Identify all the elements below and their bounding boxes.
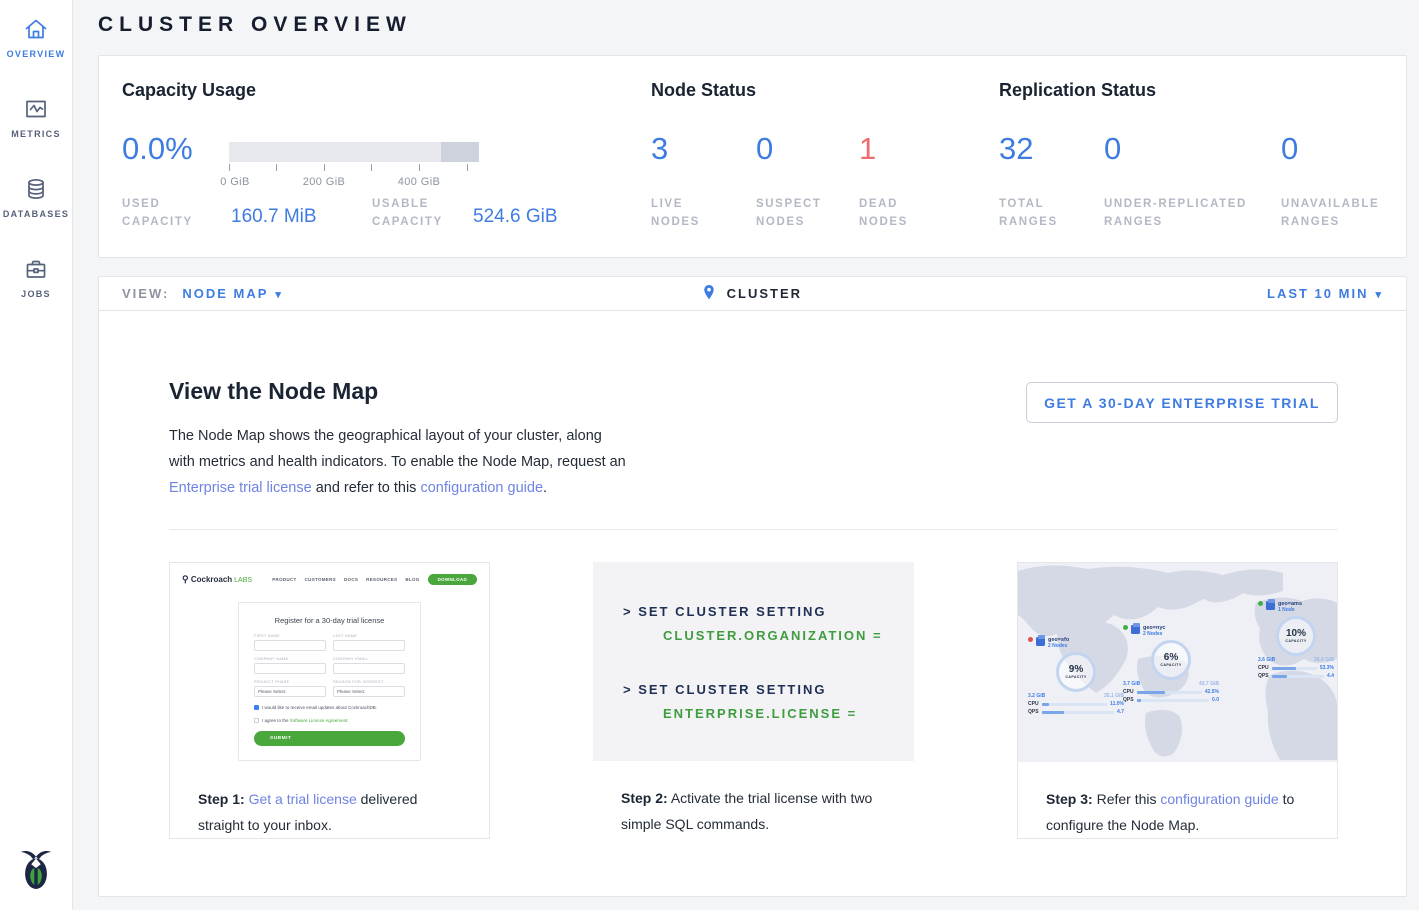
dead-nodes-label: DEAD NODES — [859, 195, 939, 231]
node-map-preview: geo=sfo2 Nodes 9%CAPACITY 3.2 GiB35.1 Gi… — [1018, 563, 1337, 762]
live-nodes-value: 3 — [651, 131, 668, 167]
step3-caption: Step 3: Refer this configuration guide t… — [1018, 762, 1337, 838]
map-pin-icon — [703, 288, 721, 303]
node-map-panel: View the Node Map The Node Map shows the… — [98, 310, 1407, 897]
tick-label: 200 GiB — [303, 176, 346, 188]
home-icon — [23, 16, 49, 42]
node-map-description: The Node Map shows the geographical layo… — [169, 423, 631, 501]
usable-capacity-value: 524.6 GiB — [473, 206, 558, 228]
sidebar-item-label: JOBS — [21, 289, 51, 299]
cockroachdb-logo — [17, 845, 55, 898]
mini-trial-form: Register for a 30-day trial license FIRS… — [238, 602, 421, 761]
databases-icon — [23, 176, 49, 202]
mini-nav-item: DOCS — [344, 577, 358, 582]
mini-form-title: Register for a 30-day trial license — [254, 616, 405, 625]
capacity-usage-title: Capacity Usage — [122, 80, 256, 101]
get-trial-license-link[interactable]: Get a trial license — [249, 791, 357, 807]
divider — [169, 529, 1338, 530]
mini-input — [254, 663, 326, 674]
sql-commands-graphic: > SET CLUSTER SETTING CLUSTER.ORGANIZATI… — [593, 562, 914, 761]
suspect-nodes-value: 0 — [756, 131, 773, 167]
mini-input — [333, 663, 405, 674]
chevron-down-icon: ▾ — [1375, 289, 1383, 301]
sidebar-item-jobs[interactable]: JOBS — [0, 256, 72, 299]
node-stack-icon — [1266, 601, 1275, 610]
sidebar-item-metrics[interactable]: METRICS — [0, 96, 72, 139]
sidebar: OVERVIEW METRICS DATABASES JOBS — [0, 0, 73, 910]
status-dot-green — [1123, 625, 1128, 630]
sidebar-item-label: METRICS — [11, 129, 61, 139]
status-dot-red — [1028, 637, 1033, 642]
total-ranges-value: 32 — [999, 131, 1033, 167]
step2-caption: Step 2: Activate the trial license with … — [593, 761, 914, 837]
mini-checkbox — [254, 718, 259, 723]
unavailable-ranges-label: UNAVAILABLE RANGES — [1281, 195, 1391, 231]
status-dot-green — [1258, 601, 1263, 606]
capacity-bar-ticks — [229, 164, 479, 173]
capacity-percent: 0.0% — [122, 131, 193, 167]
registration-screenshot: ⚲ Cockroach LABS PRODUCT CUSTOMERS DOCS … — [170, 563, 489, 762]
live-nodes-label: LIVE NODES — [651, 195, 731, 231]
used-capacity-value: 160.7 MiB — [231, 206, 317, 228]
sidebar-item-label: DATABASES — [3, 209, 69, 219]
mini-select: Please Select — [333, 686, 405, 697]
mini-submit-button: SUBMIT — [254, 731, 405, 746]
view-bar: VIEW: NODE MAP▾ CLUSTER LAST 10 MIN▾ — [98, 276, 1407, 311]
cockroach-bug-icon: ⚲ — [182, 574, 189, 584]
capacity-bar: 0 GiB 200 GiB 400 GiB — [229, 142, 479, 190]
node-status-title: Node Status — [651, 80, 756, 101]
mini-nav-item: CUSTOMERS — [305, 577, 336, 582]
cluster-breadcrumb: CLUSTER — [99, 285, 1406, 303]
sidebar-item-databases[interactable]: DATABASES — [0, 176, 72, 219]
mini-nav-item: RESOURCES — [366, 577, 397, 582]
mini-sla-link: Software License Agreement. — [290, 718, 349, 723]
locality-nyc: geo=nyc2 Nodes 6%CAPACITY 3.7 GiB43.7 Gi… — [1123, 625, 1219, 703]
jobs-icon — [23, 256, 49, 282]
configuration-guide-link[interactable]: configuration guide — [1160, 791, 1278, 807]
mini-input — [333, 640, 405, 651]
locality-sfo: geo=sfo2 Nodes 9%CAPACITY 3.2 GiB35.1 Gi… — [1028, 637, 1124, 715]
enterprise-trial-license-link[interactable]: Enterprise trial license — [169, 480, 312, 496]
mini-checkbox-checked — [254, 705, 259, 710]
step3-card: geo=sfo2 Nodes 9%CAPACITY 3.2 GiB35.1 Gi… — [1017, 562, 1338, 839]
page-title: CLUSTER OVERVIEW — [98, 13, 412, 37]
total-ranges-label: TOTAL RANGES — [999, 195, 1089, 231]
mini-input — [254, 640, 326, 651]
cockroach-labs-wordmark: ⚲ Cockroach LABS — [182, 574, 252, 585]
under-replicated-ranges-label: UNDER-REPLICATED RANGES — [1104, 195, 1264, 231]
mini-nav-item: PRODUCT — [272, 577, 296, 582]
enterprise-trial-button[interactable]: GET A 30-DAY ENTERPRISE TRIAL — [1026, 382, 1338, 423]
mini-select: Please Select — [254, 686, 326, 697]
tick-label: 0 GiB — [220, 176, 250, 188]
mini-download-button: DOWNLOAD — [428, 574, 477, 585]
used-capacity-label: USED CAPACITY — [122, 195, 212, 231]
under-replicated-ranges-value: 0 — [1104, 131, 1121, 167]
capacity-bar-reserved-segment — [441, 142, 479, 162]
unavailable-ranges-value: 0 — [1281, 131, 1298, 167]
time-range-dropdown[interactable]: LAST 10 MIN▾ — [1267, 286, 1383, 301]
step1-caption: Step 1: Get a trial license delivered st… — [170, 762, 489, 838]
step1-card: ⚲ Cockroach LABS PRODUCT CUSTOMERS DOCS … — [169, 562, 490, 839]
tick-label: 400 GiB — [398, 176, 441, 188]
mini-nav-item: BLOG — [405, 577, 419, 582]
usable-capacity-label: USABLE CAPACITY — [372, 195, 462, 231]
cluster-summary-panel: Capacity Usage 0.0% 0 GiB 200 GiB 400 Gi… — [98, 55, 1407, 258]
configuration-guide-link[interactable]: configuration guide — [420, 480, 543, 496]
suspect-nodes-label: SUSPECT NODES — [756, 195, 836, 231]
locality-ams: geo=ams1 Node 10%CAPACITY 3.6 GiB36.4 Gi… — [1258, 601, 1334, 679]
dead-nodes-value: 1 — [859, 131, 876, 167]
node-stack-icon — [1036, 637, 1045, 646]
node-stack-icon — [1131, 625, 1140, 634]
sidebar-item-label: OVERVIEW — [7, 49, 66, 59]
metrics-icon — [23, 96, 49, 122]
node-map-heading: View the Node Map — [169, 378, 378, 405]
replication-status-title: Replication Status — [999, 80, 1156, 101]
step2-card: > SET CLUSTER SETTING CLUSTER.ORGANIZATI… — [593, 562, 914, 839]
sidebar-item-overview[interactable]: OVERVIEW — [0, 16, 72, 59]
